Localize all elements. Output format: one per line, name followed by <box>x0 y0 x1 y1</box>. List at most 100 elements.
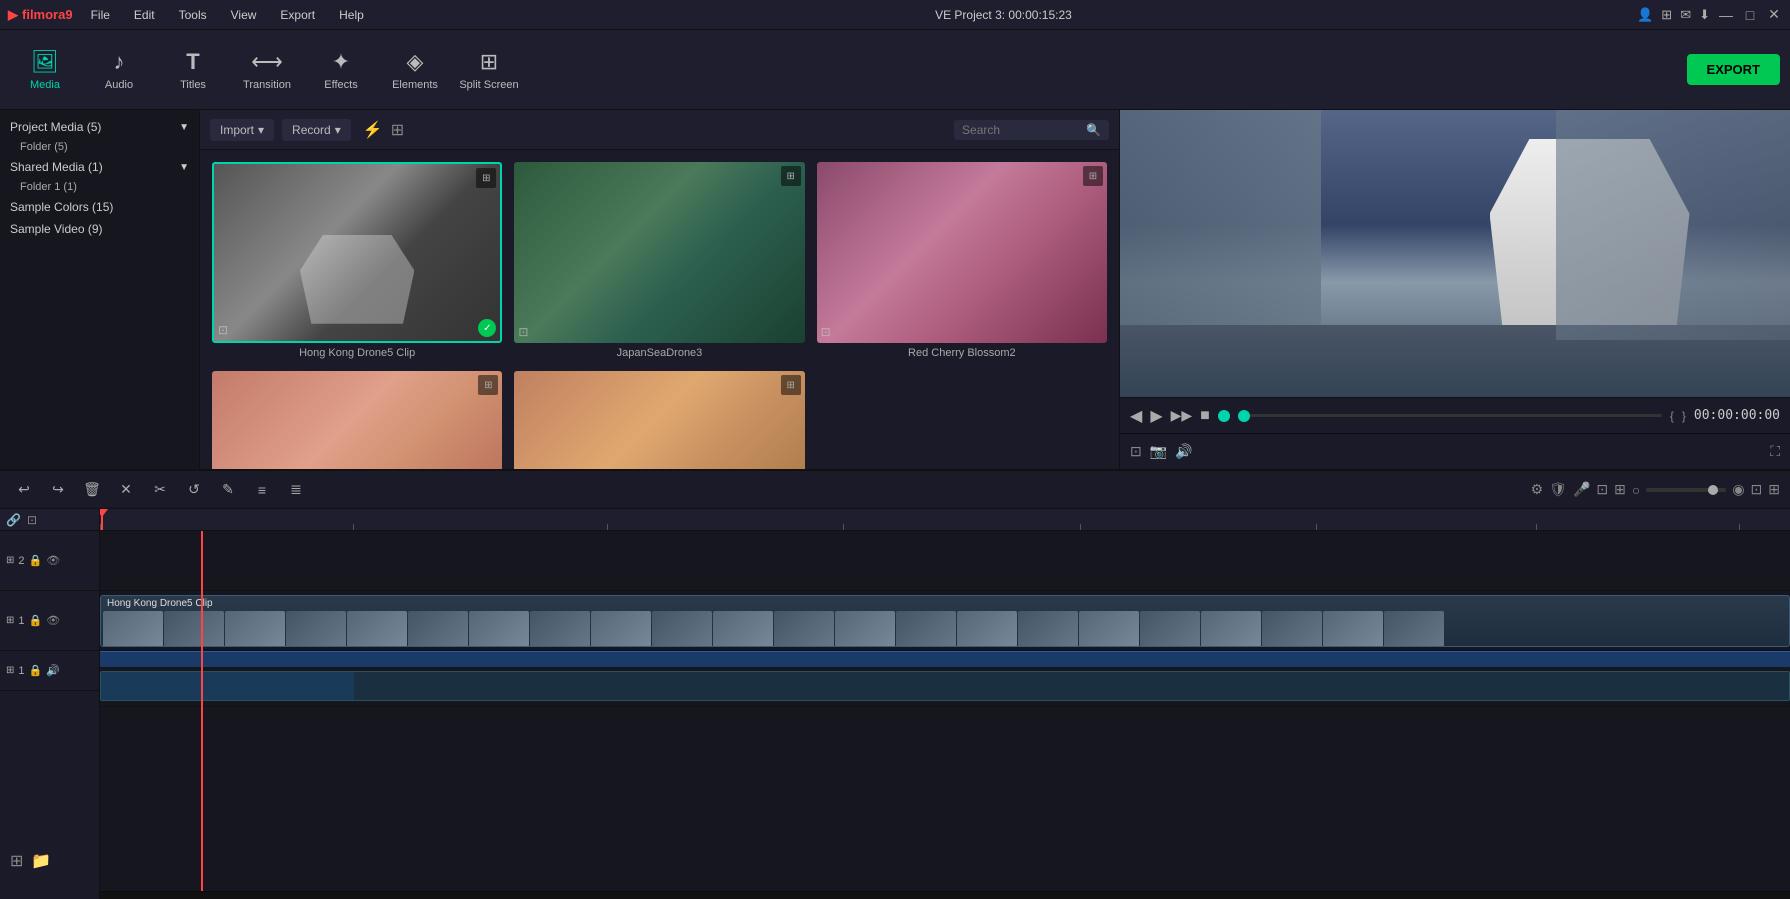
sidebar-project-media[interactable]: Project Media (5) ▼ <box>0 116 199 138</box>
sidebar-sample-video[interactable]: Sample Video (9) <box>0 218 199 240</box>
undo-button[interactable]: ↩ <box>10 476 38 504</box>
play-fast-button[interactable]: ▶▶ <box>1171 407 1193 424</box>
zoom-in-icon[interactable]: ◉ <box>1732 481 1744 498</box>
audio1-volume-icon[interactable]: 🔊 <box>46 664 60 677</box>
search-input[interactable] <box>962 123 1082 137</box>
preview-video <box>1120 110 1790 397</box>
media-item-japan[interactable]: ⊞ ⊡ JapanSeaDrone3 <box>514 162 804 359</box>
filter-icon[interactable]: ⚡ <box>363 120 383 140</box>
import-button[interactable]: Import ▾ <box>210 119 274 141</box>
menu-view[interactable]: View <box>225 6 263 24</box>
media-item-hk[interactable]: ⊞ ✓ ⊡ Hong Kong Drone5 Clip <box>212 162 502 359</box>
media-icon: 🖼 <box>31 49 59 75</box>
sidebar-shared-media[interactable]: Shared Media (1) ▼ <box>0 156 199 178</box>
fit-icon[interactable]: ⊡ <box>1751 481 1763 498</box>
track-header-1: ⊞ 1 🔒 👁 <box>0 591 99 651</box>
media-toolbar: Import ▾ Record ▾ ⚡ ⊞ 🔍 <box>200 110 1119 150</box>
grid-view-icon[interactable]: ⊞ <box>391 120 404 140</box>
zoom-out-icon[interactable]: ○ <box>1632 482 1640 498</box>
stop-button[interactable]: ■ <box>1200 407 1210 425</box>
progress-bar[interactable] <box>1238 414 1662 417</box>
track1-grid-icon: ⊞ <box>6 615 14 626</box>
volume-icon[interactable]: 🔊 <box>1175 443 1192 460</box>
play-button[interactable]: ▶ <box>1150 406 1162 426</box>
maximize-button[interactable]: □ <box>1742 7 1758 23</box>
toolbar-splitscreen[interactable]: ⊞ Split Screen <box>454 35 524 105</box>
delete-button[interactable]: 🗑 <box>78 476 106 504</box>
close-button[interactable]: ✕ <box>1766 7 1782 23</box>
transition-icon: ⟷ <box>251 49 283 75</box>
clip-frame <box>1201 611 1261 647</box>
rotate-button[interactable]: ↺ <box>180 476 208 504</box>
sidebar-folder-5[interactable]: Folder (5) <box>0 138 199 156</box>
media-item-cherry1[interactable]: ⊞ ⊡ Red Cherry Blossom2 <box>817 162 1107 359</box>
remove-button[interactable]: ✕ <box>112 476 140 504</box>
screenshot-icon[interactable]: 📷 <box>1150 443 1167 460</box>
toolbar-effects[interactable]: ✦ Effects <box>306 35 376 105</box>
sidebar-sample-colors[interactable]: Sample Colors (15) <box>0 196 199 218</box>
track2-eye-icon[interactable]: 👁 <box>46 554 60 567</box>
timeline-settings-icon[interactable]: ⚙ <box>1531 481 1544 498</box>
bracket-end-icon[interactable]: } <box>1682 409 1686 423</box>
media-thumb-cherry3: ⊞ ⊡ <box>212 371 502 469</box>
download-icon[interactable]: ⬇ <box>1699 7 1710 23</box>
menu-tools[interactable]: Tools <box>173 6 213 24</box>
timeline-scrollbar[interactable] <box>100 891 1790 899</box>
export-button[interactable]: EXPORT <box>1687 54 1780 85</box>
title-bar: ▶ filmora9 File Edit Tools View Export H… <box>0 0 1790 30</box>
title-bar-left: ▶ filmora9 File Edit Tools View Export H… <box>8 6 370 24</box>
bracket-start-icon[interactable]: { <box>1670 409 1674 423</box>
edit-button[interactable]: ✎ <box>214 476 242 504</box>
store-icon[interactable]: ⊞ <box>1661 7 1672 23</box>
expand-icon[interactable]: ⛶ <box>1770 443 1780 460</box>
mail-icon[interactable]: ✉ <box>1680 7 1691 23</box>
grid-icon[interactable]: ⊞ <box>1768 481 1780 498</box>
magnet-icon[interactable]: ⊡ <box>27 513 37 527</box>
clip-icon[interactable]: ⊞ <box>1614 481 1626 498</box>
progress-indicator[interactable] <box>1238 410 1250 422</box>
track1-eye-icon[interactable]: 👁 <box>46 614 60 627</box>
record-dot[interactable] <box>1218 410 1230 422</box>
time-display: 00:00:00:00 <box>1694 408 1780 423</box>
menu-edit[interactable]: Edit <box>128 6 161 24</box>
clip-frame <box>347 611 407 647</box>
toolbar-transition[interactable]: ⟷ Transition <box>232 35 302 105</box>
redo-button[interactable]: ↪ <box>44 476 72 504</box>
mic-icon[interactable]: 🎤 <box>1573 481 1590 498</box>
clip-frame <box>591 611 651 647</box>
rewind-button[interactable]: ◀ <box>1130 406 1142 426</box>
toolbar-titles[interactable]: T Titles <box>158 35 228 105</box>
minimize-button[interactable]: — <box>1718 7 1734 23</box>
toolbar-audio[interactable]: ♪ Audio <box>84 35 154 105</box>
menu-export[interactable]: Export <box>274 6 321 24</box>
track2-lock-icon[interactable]: 🔒 <box>29 554 43 567</box>
toolbar-media[interactable]: 🖼 Media <box>10 35 80 105</box>
track1-label: 1 <box>18 615 24 627</box>
align-button[interactable]: ≡ <box>248 476 276 504</box>
track-header-audio1: ⊞ 1 🔒 🔊 <box>0 651 99 691</box>
clip-frames <box>101 611 1789 647</box>
shield-icon[interactable]: 🛡 <box>1549 481 1567 498</box>
clip-block-hk[interactable]: Hong Kong Drone5 Clip <box>100 595 1790 647</box>
zoom-handle[interactable] <box>1708 485 1718 495</box>
more-button[interactable]: ≣ <box>282 476 310 504</box>
clip-label-hk: Hong Kong Drone5 Clip <box>101 596 1789 611</box>
account-icon[interactable]: 👤 <box>1637 7 1653 23</box>
menu-file[interactable]: File <box>85 6 116 24</box>
content-area: Project Media (5) ▼ Folder (5) Shared Me… <box>0 110 1790 469</box>
audio-clip-block[interactable] <box>100 671 1790 701</box>
link-icon[interactable]: 🔗 <box>6 513 21 527</box>
record-button[interactable]: Record ▾ <box>282 119 351 141</box>
audio1-lock-icon[interactable]: 🔒 <box>29 664 43 677</box>
crop-button[interactable]: ✂ <box>146 476 174 504</box>
fullscreen-icon[interactable]: ⊡ <box>1130 443 1142 460</box>
sidebar-folder-1[interactable]: Folder 1 (1) <box>0 178 199 196</box>
clip-frame <box>835 611 895 647</box>
captions-icon[interactable]: ⊡ <box>1596 481 1608 498</box>
media-item-cherry3[interactable]: ⊞ ⊡ Red Cherry Blossom3 <box>212 371 502 469</box>
track1-lock-icon[interactable]: 🔒 <box>29 614 43 627</box>
menu-help[interactable]: Help <box>333 6 370 24</box>
zoom-slider[interactable] <box>1646 488 1726 492</box>
media-item-cherry4[interactable]: ⊞ ⊡ Red Cherry Blossom4 <box>514 371 804 469</box>
toolbar-elements[interactable]: ◈ Elements <box>380 35 450 105</box>
